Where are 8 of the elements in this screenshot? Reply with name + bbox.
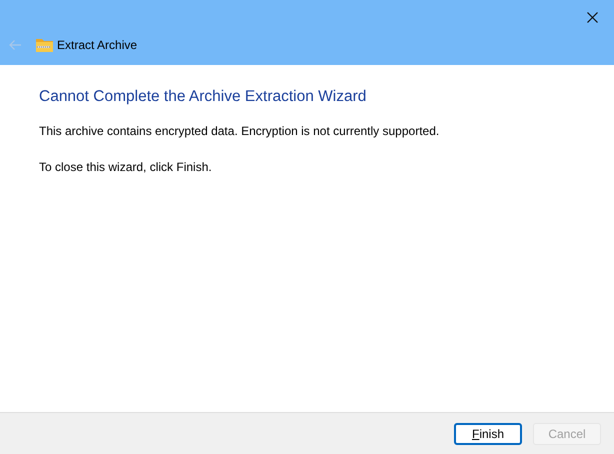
close-icon xyxy=(586,12,598,22)
message-text: This archive contains encrypted data. Encryption is not currently supported. xyxy=(39,123,440,140)
back-arrow-icon xyxy=(8,39,22,51)
dialog-button[interactable]: Finish xyxy=(454,422,522,444)
zipped-folder-icon xyxy=(36,38,53,52)
window-title: Extract Archive xyxy=(57,37,138,54)
message-text: To close this wizard, click Finish. xyxy=(39,159,213,176)
wizard-heading: Cannot Complete the Archive Extraction Wizard xyxy=(39,87,368,107)
